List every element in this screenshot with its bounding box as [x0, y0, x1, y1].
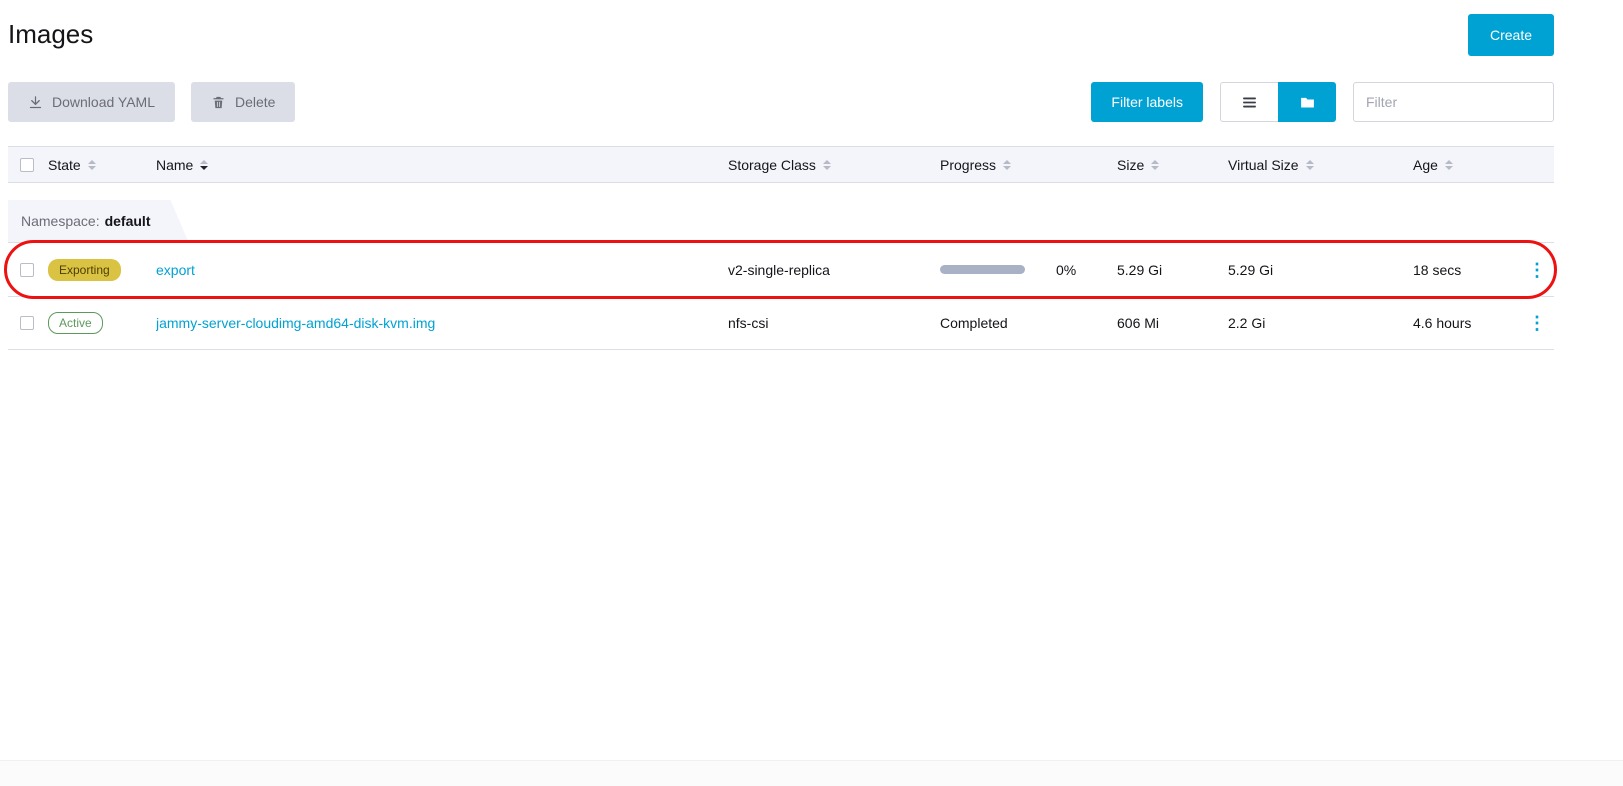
sort-arrows-icon	[823, 160, 831, 170]
progress-bar	[940, 265, 1025, 274]
create-button[interactable]: Create	[1468, 14, 1554, 56]
state-badge: Active	[48, 312, 103, 334]
table-row-jammy-image: Active jammy-server-cloudimg-amd64-disk-…	[8, 296, 1554, 350]
column-header-progress[interactable]: Progress	[940, 157, 1117, 173]
state-cell: Active	[48, 312, 156, 334]
download-icon	[28, 95, 43, 110]
images-page: Images Create Download YAML Delete	[0, 0, 1623, 786]
trash-icon	[211, 95, 226, 110]
column-header-state[interactable]: State	[48, 157, 156, 173]
delete-label: Delete	[235, 95, 275, 109]
virtual-size-cell: 5.29 Gi	[1228, 262, 1413, 278]
download-yaml-button[interactable]: Download YAML	[8, 82, 175, 122]
column-label-state: State	[48, 157, 81, 173]
group-value: default	[105, 213, 151, 229]
progress-cell: 0%	[940, 262, 1117, 278]
column-label-storage-class: Storage Class	[728, 157, 816, 173]
grouped-view-button[interactable]	[1278, 82, 1336, 122]
row-checkbox[interactable]	[20, 316, 34, 330]
column-label-age: Age	[1413, 157, 1438, 173]
virtual-size-value: 5.29 Gi	[1228, 262, 1273, 278]
group-row: Namespace: default	[8, 200, 1554, 242]
age-cell: 18 secs	[1413, 262, 1520, 278]
table-header-row: State Name Storage Class Progress Size	[8, 146, 1554, 183]
images-table: State Name Storage Class Progress Size	[8, 146, 1554, 350]
size-cell: 5.29 Gi	[1117, 262, 1228, 278]
progress-value: Completed	[940, 315, 1008, 331]
sort-arrows-icon	[88, 160, 96, 170]
page-title: Images	[8, 14, 93, 54]
header-checkbox-cell	[8, 158, 48, 172]
column-header-size[interactable]: Size	[1117, 157, 1228, 173]
sort-arrows-icon	[1445, 160, 1453, 170]
page-header: Images Create	[8, 14, 1554, 56]
column-header-name[interactable]: Name	[156, 157, 728, 173]
table-row-export: Exporting export v2-single-replica 0% 5.…	[8, 242, 1554, 296]
download-yaml-label: Download YAML	[52, 95, 155, 109]
age-value: 18 secs	[1413, 262, 1461, 278]
row-actions-menu-icon[interactable]: ⋮	[1520, 312, 1554, 334]
row-checkbox[interactable]	[20, 263, 34, 277]
progress-value: 0%	[1056, 262, 1076, 278]
state-cell: Exporting	[48, 259, 156, 281]
storage-class-cell: nfs-csi	[728, 315, 940, 331]
row-checkbox-cell	[8, 263, 48, 277]
column-header-storage-class[interactable]: Storage Class	[728, 157, 940, 173]
virtual-size-value: 2.2 Gi	[1228, 315, 1265, 331]
page-content: Images Create Download YAML Delete	[8, 0, 1554, 350]
name-cell: jammy-server-cloudimg-amd64-disk-kvm.img	[156, 315, 728, 331]
flat-list-view-button[interactable]	[1220, 82, 1278, 122]
sort-arrows-icon	[200, 160, 208, 170]
folder-icon	[1299, 94, 1316, 111]
size-value: 5.29 Gi	[1117, 262, 1162, 278]
column-label-progress: Progress	[940, 157, 996, 173]
image-name-link[interactable]: jammy-server-cloudimg-amd64-disk-kvm.img	[156, 315, 435, 331]
column-header-virtual-size[interactable]: Virtual Size	[1228, 157, 1413, 173]
bottom-edge-strip	[0, 760, 1623, 786]
filter-input[interactable]	[1353, 82, 1554, 122]
column-label-name: Name	[156, 157, 193, 173]
view-mode-toggle	[1220, 82, 1336, 122]
sort-arrows-icon	[1306, 160, 1314, 170]
namespace-group-tab: Namespace: default	[8, 200, 188, 242]
list-icon	[1241, 94, 1258, 111]
storage-class-cell: v2-single-replica	[728, 262, 940, 278]
size-cell: 606 Mi	[1117, 315, 1228, 331]
storage-class-value: nfs-csi	[728, 315, 768, 331]
column-label-virtual-size: Virtual Size	[1228, 157, 1299, 173]
progress-cell: Completed	[940, 315, 1117, 331]
virtual-size-cell: 2.2 Gi	[1228, 315, 1413, 331]
size-value: 606 Mi	[1117, 315, 1159, 331]
column-header-age[interactable]: Age	[1413, 157, 1520, 173]
actions-cell: ⋮	[1520, 259, 1554, 281]
storage-class-value: v2-single-replica	[728, 262, 830, 278]
sort-arrows-icon	[1003, 160, 1011, 170]
filter-controls: Filter labels	[1091, 82, 1554, 122]
age-value: 4.6 hours	[1413, 315, 1471, 331]
group-label: Namespace:	[21, 213, 100, 229]
row-actions-menu-icon[interactable]: ⋮	[1520, 259, 1554, 281]
sort-arrows-icon	[1151, 160, 1159, 170]
filter-labels-button[interactable]: Filter labels	[1091, 82, 1203, 122]
state-badge: Exporting	[48, 259, 121, 281]
actions-cell: ⋮	[1520, 312, 1554, 334]
bulk-actions: Download YAML Delete	[8, 82, 295, 122]
age-cell: 4.6 hours	[1413, 315, 1520, 331]
table-group-spacer	[8, 183, 1554, 200]
row-checkbox-cell	[8, 316, 48, 330]
column-label-size: Size	[1117, 157, 1144, 173]
delete-button[interactable]: Delete	[191, 82, 295, 122]
name-cell: export	[156, 262, 728, 278]
select-all-checkbox[interactable]	[20, 158, 34, 172]
toolbar: Download YAML Delete Filter labels	[8, 82, 1554, 122]
image-name-link[interactable]: export	[156, 262, 195, 278]
